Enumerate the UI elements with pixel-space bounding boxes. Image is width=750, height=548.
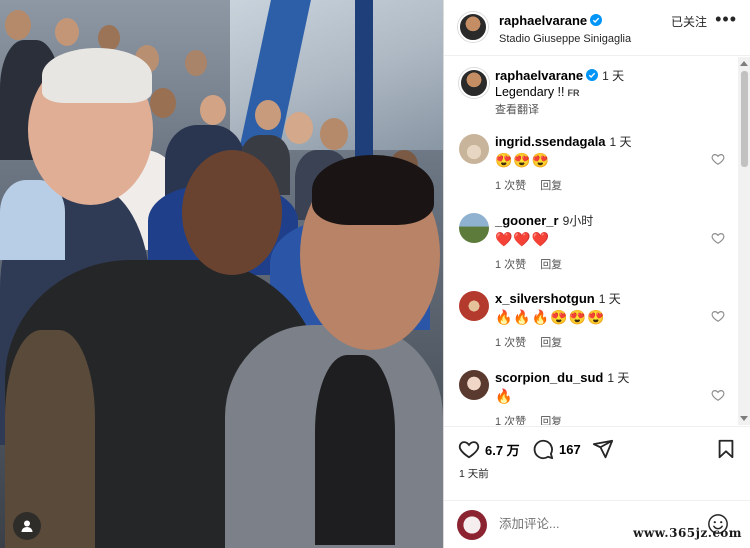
scroll-up-arrow-icon[interactable] <box>740 61 748 66</box>
comment-time: 1 天 <box>609 135 632 149</box>
comments-scrollbar[interactable] <box>738 57 750 425</box>
more-options-icon[interactable]: ••• <box>715 10 737 28</box>
comment-time: 1 天 <box>607 371 630 385</box>
tagged-users-button[interactable] <box>13 512 41 540</box>
commenter-username[interactable]: x_silvershotgun <box>495 291 595 306</box>
comment-like-count[interactable]: 1 次赞 <box>495 259 526 271</box>
caption: raphaelvarane 1 天 Legendary !! FR 查看翻译 <box>444 68 739 128</box>
author-username[interactable]: raphaelvarane <box>499 13 587 28</box>
comment-text: ❤️❤️❤️ <box>495 231 551 247</box>
like-comment-heart-icon[interactable] <box>711 231 725 245</box>
current-user-avatar <box>457 510 487 540</box>
see-translation-link[interactable]: 查看翻译 <box>495 102 705 118</box>
site-watermark: www.365jz.com <box>633 526 742 540</box>
comment-icon <box>533 439 554 460</box>
comment-text: 🔥🔥🔥😍😍😍 <box>495 309 606 325</box>
crowd-illustration <box>0 0 443 548</box>
caption-username[interactable]: raphaelvarane <box>495 68 583 83</box>
comment-like-count[interactable]: 1 次赞 <box>495 416 526 425</box>
like-count[interactable]: 6.7 万 <box>485 440 520 459</box>
comment-item: scorpion_du_sud 1 天 🔥 1 次赞 回复 <box>444 370 739 425</box>
like-comment-heart-icon[interactable] <box>711 152 725 166</box>
comment-text: 🔥 <box>495 388 514 404</box>
comment-item: _gooner_r 9小时 ❤️❤️❤️ 1 次赞 回复 <box>444 213 739 273</box>
commenter-username[interactable]: ingrid.ssendagala <box>495 134 606 149</box>
like-button[interactable]: 6.7 万 <box>458 438 520 460</box>
post-location[interactable]: Stadio Giuseppe Sinigaglia <box>499 33 631 45</box>
post-photo[interactable] <box>0 0 443 548</box>
commenter-avatar[interactable] <box>459 370 489 400</box>
user-icon <box>21 520 33 532</box>
comment-time: 1 天 <box>598 292 621 306</box>
reply-button[interactable]: 回复 <box>540 416 562 425</box>
caption-language: FR <box>567 88 580 98</box>
caption-time: 1 天 <box>602 69 625 83</box>
scrollbar-thumb[interactable] <box>741 71 748 167</box>
author-avatar[interactable] <box>459 68 489 98</box>
save-button[interactable] <box>715 438 737 460</box>
scroll-down-arrow-icon[interactable] <box>740 416 748 421</box>
commenter-avatar[interactable] <box>459 134 489 164</box>
comments-list[interactable]: raphaelvarane 1 天 Legendary !! FR 查看翻译 ing… <box>444 57 750 425</box>
comment-count[interactable]: 167 <box>559 442 581 457</box>
post-action-bar: 6.7 万 167 <box>444 426 750 470</box>
reply-button[interactable]: 回复 <box>540 337 562 349</box>
share-button[interactable] <box>592 438 614 460</box>
post-timestamp[interactable]: 1 天前 <box>459 466 489 481</box>
send-icon <box>592 439 614 459</box>
commenter-avatar[interactable] <box>459 291 489 321</box>
commenter-avatar[interactable] <box>459 213 489 243</box>
post-header: raphaelvarane Stadio Giuseppe Sinigaglia… <box>444 0 750 56</box>
reply-button[interactable]: 回复 <box>540 180 562 192</box>
commenter-username[interactable]: scorpion_du_sud <box>495 370 603 385</box>
verified-badge-icon <box>586 69 599 81</box>
author-avatar[interactable] <box>458 12 488 42</box>
comment-button[interactable]: 167 <box>532 438 581 460</box>
like-comment-heart-icon[interactable] <box>711 309 725 323</box>
reply-button[interactable]: 回复 <box>540 259 562 271</box>
commenter-username[interactable]: _gooner_r <box>495 213 559 228</box>
comment-like-count[interactable]: 1 次赞 <box>495 337 526 349</box>
heart-icon <box>458 441 480 459</box>
comment-text: 😍😍😍 <box>495 152 551 168</box>
comment-item: ingrid.ssendagala 1 天 😍😍😍 1 次赞 回复 <box>444 134 739 194</box>
follow-status-button[interactable]: 已关注 <box>671 13 707 30</box>
post-side-panel: raphaelvarane Stadio Giuseppe Sinigaglia… <box>443 0 750 548</box>
bookmark-icon <box>718 439 734 459</box>
comment-item: x_silvershotgun 1 天 🔥🔥🔥😍😍😍 1 次赞 回复 <box>444 291 739 351</box>
verified-badge-icon <box>590 14 603 26</box>
caption-text: Legendary !! <box>495 85 565 99</box>
comment-time: 9小时 <box>562 214 594 228</box>
like-comment-heart-icon[interactable] <box>711 388 725 402</box>
comment-like-count[interactable]: 1 次赞 <box>495 180 526 192</box>
comment-composer <box>444 500 750 548</box>
